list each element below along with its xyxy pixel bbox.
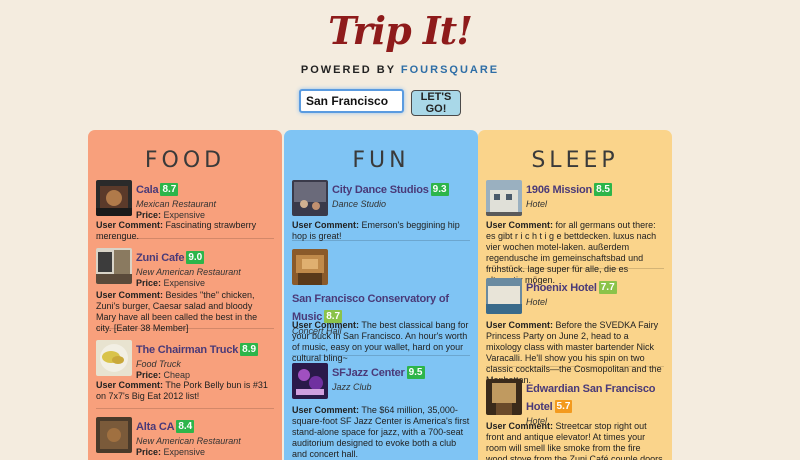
venue-score-badge: 7.7 <box>598 281 617 294</box>
powered-by: POWERED BY FOURSQUARE <box>0 64 800 76</box>
venue-category: New American Restaurant <box>136 436 241 446</box>
venue-comment: User Comment: Emerson's beggining hip ho… <box>292 220 460 241</box>
venue-comment: User Comment: Before the SVEDKA Fairy Pr… <box>486 320 662 385</box>
venue-score-badge: 8.5 <box>594 183 612 196</box>
venue-category: Mexican Restaurant <box>136 199 217 209</box>
venue-score-badge: 8.7 <box>160 183 179 196</box>
venue-score-badge: 5.7 <box>554 400 573 413</box>
venue-price: Expensive <box>163 278 206 288</box>
venue-photo[interactable] <box>486 278 522 314</box>
powered-by-prefix: POWERED BY <box>300 64 396 76</box>
venue-name[interactable]: The Chairman Truck <box>136 344 238 356</box>
venue-name[interactable]: SFJazz Center <box>332 367 405 379</box>
venue-comment: User Comment: The best classical bang fo… <box>292 320 469 363</box>
venue-photo[interactable] <box>96 340 132 376</box>
price-label: Price: <box>136 210 162 220</box>
venue-photo[interactable] <box>292 249 328 285</box>
food-column: FOOD Cala 8.7 Mexican Restaurant Price: E… <box>88 130 282 460</box>
venue-category: New American Restaurant <box>136 267 241 277</box>
venue-score-badge: 9.3 <box>430 183 449 196</box>
venue-photo[interactable] <box>96 417 132 453</box>
venue-name[interactable]: 1906 Mission <box>526 184 592 196</box>
venue-category: Jazz Club <box>332 382 372 392</box>
venue-category: Hotel <box>526 297 548 307</box>
venue-photo[interactable] <box>96 180 132 216</box>
sleep-column: SLEEP 1906 Mission 8.5 Hotel User Comment… <box>478 130 672 460</box>
venue-category: Hotel <box>526 199 548 209</box>
venue-score-badge: 9.5 <box>406 366 425 379</box>
venue-comment: User Comment: for all germans out there:… <box>486 220 657 285</box>
venue-photo[interactable] <box>486 180 522 216</box>
divider <box>96 238 274 239</box>
divider <box>292 240 470 241</box>
app-logo: Trip It! <box>328 8 473 53</box>
price-label: Price: <box>136 278 162 288</box>
divider <box>486 366 664 367</box>
venue-name[interactable]: Alta CA <box>136 421 175 433</box>
fun-column: FUN City Dance Studios 9.3 Dance Studio U… <box>284 130 478 460</box>
venue-name[interactable]: Edwardian San Francisco Hotel <box>526 383 655 413</box>
food-column-title: FOOD <box>144 148 226 173</box>
venue-name[interactable]: Cala <box>136 184 159 196</box>
venue-name[interactable]: San Francisco Conservatory of Music <box>292 293 449 323</box>
price-label: Price: <box>136 370 162 380</box>
venue-price: Cheap <box>163 370 191 380</box>
fun-column-title: FUN <box>352 148 410 173</box>
venue-category: Dance Studio <box>332 199 387 209</box>
divider <box>96 328 274 329</box>
venue-comment: User Comment: The $64 million, 35,000-sq… <box>292 405 470 459</box>
lets-go-button[interactable]: LET'S GO! <box>411 90 461 116</box>
venue-price: Expensive <box>163 447 206 457</box>
divider <box>486 268 664 269</box>
venue-name[interactable]: Phoenix Hotel <box>526 282 597 294</box>
sleep-column-title: SLEEP <box>531 148 619 173</box>
venue-score-badge: 8.4 <box>176 420 195 433</box>
venue-category: Food Truck <box>136 359 181 369</box>
venue-photo[interactable] <box>486 379 522 415</box>
venue-comment: User Comment: The Pork Belly bun is #31 … <box>96 380 268 401</box>
venue-comment: User Comment: Streetcar stop right out f… <box>486 421 663 460</box>
venue-price: Expensive <box>163 210 206 220</box>
divider <box>292 355 470 356</box>
venue-name[interactable]: City Dance Studios <box>332 184 429 196</box>
venue-photo[interactable] <box>292 363 328 399</box>
venue-score-badge: 8.9 <box>240 343 259 356</box>
price-label: Price: <box>136 447 162 457</box>
venue-score-badge: 9.0 <box>186 251 205 264</box>
venue-photo[interactable] <box>96 248 132 284</box>
venue-photo[interactable] <box>292 180 328 216</box>
foursquare-brand: FOURSQUARE <box>400 64 500 76</box>
venue-name[interactable]: Zuni Cafe <box>136 252 185 264</box>
city-search-input[interactable] <box>299 89 404 113</box>
divider <box>96 408 274 409</box>
